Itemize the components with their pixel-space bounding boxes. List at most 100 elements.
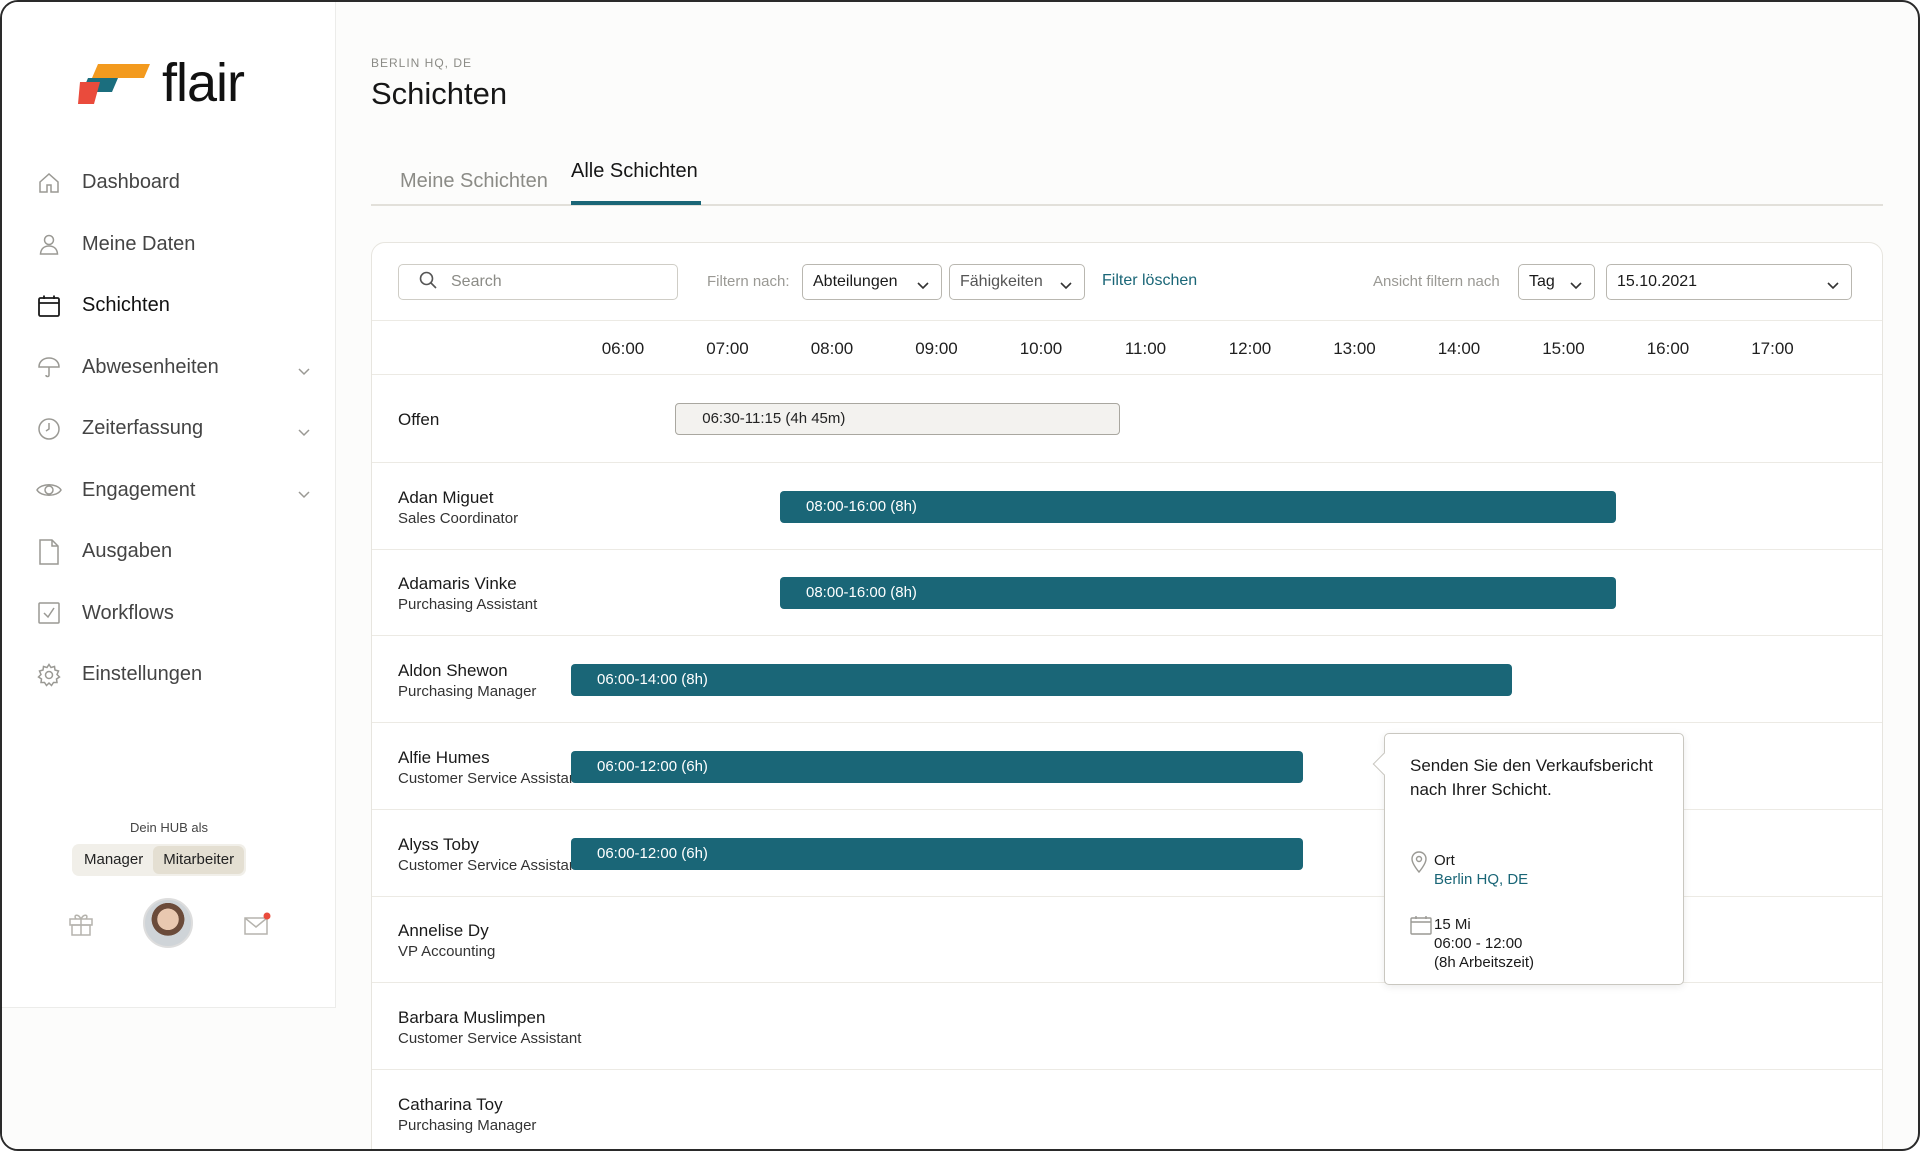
date-value: 15.10.2021: [1617, 273, 1698, 290]
shift-bar[interactable]: 08:00-16:00 (8h): [780, 577, 1616, 610]
chevron-down-icon: [1060, 277, 1072, 295]
tooltip-message: Senden Sie den Verkaufsbericht nach Ihre…: [1410, 756, 1653, 799]
tooltip-location-value[interactable]: Berlin HQ, DE: [1434, 871, 1528, 888]
sidebar-item-einstellungen[interactable]: Einstellungen: [2, 644, 336, 706]
sidebar-item-label: Schichten: [82, 294, 170, 317]
sidebar-item-workflows[interactable]: Workflows: [2, 583, 336, 645]
shift-bar[interactable]: 08:00-16:00 (8h): [780, 490, 1616, 523]
shift-bar[interactable]: 06:00-12:00 (6h): [571, 750, 1303, 783]
timeline-hours-header: 06:00 07:00 08:00 09:00 10:00 11:00 12:00 13:00…: [372, 322, 1882, 375]
hub-option-mitarbeiter[interactable]: Mitarbeiter: [153, 846, 245, 874]
logo[interactable]: flair: [78, 52, 245, 114]
tooltip-location-label: Ort: [1434, 852, 1455, 869]
employee-name: Adamaris Vinke: [398, 574, 517, 594]
employee-role: Purchasing Manager: [398, 1116, 537, 1134]
chevron-down-icon[interactable]: [298, 359, 310, 382]
employee-name: Alyss Toby: [398, 834, 479, 854]
sidebar-item-label: Ausgaben: [82, 540, 173, 563]
hour-label: 17:00: [1751, 339, 1794, 358]
sidebar-item-dashboard[interactable]: Dashboard: [2, 152, 336, 214]
sidebar-item-meine-daten[interactable]: Meine Daten: [2, 214, 336, 276]
sidebar-item-label: Engagement: [82, 478, 196, 501]
gift-icon[interactable]: [68, 910, 94, 941]
sidebar-footer: [2, 898, 336, 948]
employee-role: Purchasing Assistant: [398, 596, 538, 614]
table-row: Offen 06:30-11:15 (4h 45m): [372, 376, 1882, 463]
employee-role: VP Accounting: [398, 943, 496, 961]
tab-bar: Meine Schichten Alle Schichten: [371, 152, 1883, 206]
hour-label: 06:00: [601, 339, 645, 358]
skills-select-value: Fähigkeiten: [960, 273, 1043, 290]
main-content: BERLIN HQ, DE Schichten Meine Schichten …: [336, 2, 1918, 1149]
view-mode-select[interactable]: Tag: [1518, 264, 1595, 300]
sidebar-nav: Dashboard Meine Daten Schichten Abwesenh…: [2, 152, 336, 706]
search-icon: [419, 271, 437, 294]
mail-icon[interactable]: [243, 912, 271, 941]
shift-bar[interactable]: 06:00-14:00 (8h): [571, 664, 1512, 697]
table-row: Barbara Muslimpen Customer Service Assist…: [372, 983, 1882, 1070]
calendar-icon: [1410, 915, 1432, 940]
eye-icon: [36, 477, 62, 503]
employee-name: Adan Miguet: [398, 487, 494, 507]
table-row: Adamaris Vinke Purchasing Assistant 08:00-…: [372, 549, 1882, 637]
tooltip-time-line: 06:00 - 12:00: [1434, 935, 1523, 952]
chevron-down-icon[interactable]: [298, 482, 310, 505]
hub-role-toggle: Manager Mitarbeiter: [72, 844, 247, 876]
table-row: Adan Miguet Sales Coordinator 08:00-16:00 …: [372, 463, 1882, 550]
table-row: Aldon Shewon Purchasing Manager 06:00-14:0…: [372, 636, 1882, 724]
avatar[interactable]: [143, 898, 193, 948]
employee-name: Aldon Shewon: [398, 661, 508, 681]
open-shift-bar[interactable]: 06:30-11:15 (4h 45m): [675, 403, 1120, 435]
search-box[interactable]: [398, 264, 678, 300]
shift-bar[interactable]: 06:00-12:00 (6h): [571, 837, 1303, 870]
chevron-down-icon[interactable]: [298, 420, 310, 443]
user-icon: [36, 231, 62, 257]
hour-label: 07:00: [706, 339, 749, 358]
gear-icon: [36, 662, 62, 688]
departments-select-value: Abteilungen: [813, 273, 898, 290]
umbrella-icon: [36, 354, 62, 380]
date-select[interactable]: 15.10.2021: [1606, 264, 1852, 300]
employee-role: Customer Service Assistant: [398, 769, 582, 787]
tab-alle-schichten[interactable]: Alle Schichten: [571, 160, 698, 183]
employee-name: Catharina Toy: [398, 1094, 503, 1114]
view-filter-label: Ansicht filtern nach: [1373, 273, 1500, 290]
hour-label: 09:00: [915, 339, 958, 358]
hub-option-manager[interactable]: Manager: [74, 846, 153, 874]
sidebar-item-label: Dashboard: [82, 171, 180, 194]
table-row: Catharina Toy Purchasing Manager: [372, 1070, 1882, 1149]
sidebar-item-label: Workflows: [82, 601, 174, 624]
sidebar-item-ausgaben[interactable]: Ausgaben: [2, 521, 336, 583]
sidebar-item-zeiterfassung[interactable]: Zeiterfassung: [2, 398, 336, 460]
sidebar: flair Dashboard Meine Daten Schichten Ab…: [2, 2, 336, 1149]
flair-logo-icon: [78, 60, 152, 106]
departments-select[interactable]: Abteilungen: [802, 264, 942, 300]
employee-role: Customer Service Assistant: [398, 1029, 582, 1047]
skills-select[interactable]: Fähigkeiten: [949, 264, 1085, 300]
employee-name: Annelise Dy: [398, 921, 489, 941]
employee-name: Alfie Humes: [398, 747, 490, 767]
sidebar-item-schichten[interactable]: Schichten: [2, 275, 336, 337]
employee-role: Customer Service Assistant: [398, 856, 582, 874]
employee-name: Offen: [398, 410, 440, 429]
search-input[interactable]: [451, 273, 651, 291]
sidebar-item-engagement[interactable]: Engagement: [2, 460, 336, 522]
hour-label: 10:00: [1019, 339, 1063, 358]
filter-toolbar: Filtern nach: Abteilungen Fähigkeiten Fi…: [372, 243, 1882, 321]
hour-label: 12:00: [1228, 339, 1272, 358]
sidebar-item-label: Abwesenheiten: [82, 355, 219, 378]
shift-tooltip: Senden Sie den Verkaufsbericht nach Ihre…: [1372, 733, 1684, 985]
tooltip-duration-line: (8h Arbeitszeit): [1434, 954, 1535, 971]
app-window: flair Dashboard Meine Daten Schichten Ab…: [0, 0, 1920, 1151]
schedule-card: Filtern nach: Abteilungen Fähigkeiten Fi…: [371, 242, 1883, 1149]
tooltip-date-line: 15 Mi: [1434, 916, 1471, 933]
clear-filter-link[interactable]: Filter löschen: [1102, 272, 1197, 290]
sidebar-item-abwesenheiten[interactable]: Abwesenheiten: [2, 337, 336, 399]
tab-meine-schichten[interactable]: Meine Schichten: [400, 170, 548, 193]
hub-label: Dein HUB als: [129, 820, 209, 835]
chevron-down-icon: [1827, 277, 1839, 295]
employee-role: Purchasing Manager: [398, 683, 537, 701]
sidebar-footer-background: [2, 1007, 336, 1149]
hour-label: 16:00: [1646, 339, 1690, 358]
logo-text: flair: [162, 53, 245, 113]
